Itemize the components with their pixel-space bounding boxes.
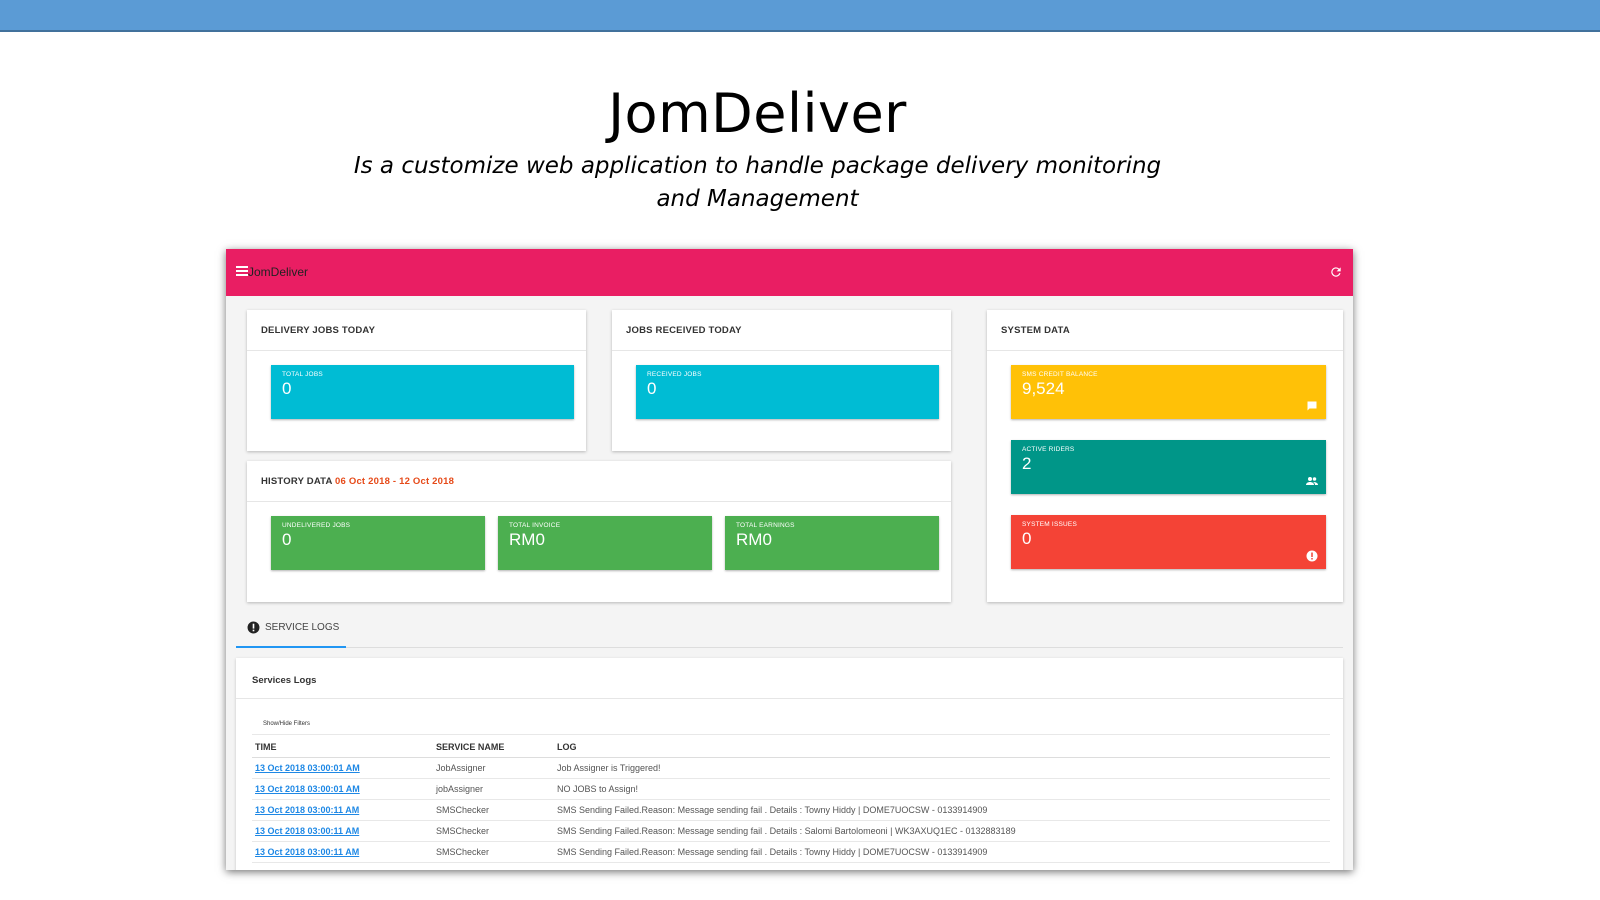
- undelivered-jobs-tile[interactable]: UNDELIVERED JOBS 0: [271, 516, 485, 570]
- sms-credit-balance-tile[interactable]: SMS CREDIT BALANCE 9,524: [1011, 365, 1326, 419]
- table-row: 13 Oct 2018 03:00:11 AM SMSChecker SMS S…: [252, 799, 1330, 821]
- log-message: SMS Sending Failed.Reason: Message sendi…: [554, 820, 1330, 842]
- table-row: 13 Oct 2018 03:00:01 AM JobAssigner Job …: [252, 757, 1330, 779]
- table-row: 13 Oct 2018 03:00:01 AM jobAssigner NO J…: [252, 778, 1330, 800]
- hamburger-menu-icon[interactable]: [236, 266, 248, 276]
- total-jobs-tile[interactable]: TOTAL JOBS 0: [271, 365, 574, 419]
- slide-top-bar: [0, 0, 1600, 32]
- alert-circle-icon: [247, 621, 260, 634]
- slide-subtitle: Is a customize web application to handle…: [353, 153, 1162, 212]
- jobs-received-heading: JOBS RECEIVED TODAY: [612, 310, 951, 351]
- tile-label: ACTIVE RIDERS: [1022, 446, 1075, 453]
- alert-icon: [1306, 550, 1318, 562]
- chat-icon: [1307, 401, 1317, 411]
- tab-active-indicator: [236, 646, 346, 648]
- log-time-link[interactable]: 13 Oct 2018 03:00:01 AM: [252, 757, 433, 779]
- tile-label: TOTAL EARNINGS: [736, 522, 795, 529]
- history-heading-text: HISTORY DATA: [261, 476, 333, 487]
- table-header-row: TIME SERVICE NAME LOG: [252, 738, 1330, 758]
- people-icon: [1306, 477, 1318, 485]
- tab-label: SERVICE LOGS: [265, 622, 340, 633]
- tab-divider: [236, 647, 1343, 648]
- system-data-card: SYSTEM DATA SMS CREDIT BALANCE 9,524 ACT…: [987, 310, 1343, 602]
- column-header-log[interactable]: LOG: [554, 738, 1330, 758]
- active-riders-tile[interactable]: ACTIVE RIDERS 2: [1011, 440, 1326, 494]
- delivery-jobs-card: DELIVERY JOBS TODAY TOTAL JOBS 0: [247, 310, 586, 451]
- slide-title: JomDeliver: [608, 82, 907, 145]
- services-logs-table: TIME SERVICE NAME LOG 13 Oct 2018 03:00:…: [252, 738, 1330, 863]
- tile-label: SYSTEM ISSUES: [1022, 521, 1077, 528]
- log-message: NO JOBS to Assign!: [554, 778, 1330, 800]
- total-invoice-tile[interactable]: TOTAL INVOICE RM0: [498, 516, 712, 570]
- log-service-name: SMSChecker: [433, 841, 554, 863]
- log-service-name: jobAssigner: [433, 778, 554, 800]
- tile-value: 0: [647, 379, 657, 398]
- filters-divider: [252, 734, 1330, 735]
- tile-value: 9,524: [1022, 379, 1065, 398]
- tile-value: RM0: [509, 530, 545, 549]
- received-jobs-tile[interactable]: RECEIVED JOBS 0: [636, 365, 939, 419]
- tile-label: RECEIVED JOBS: [647, 371, 702, 378]
- app-screenshot: JomDeliver DELIVERY JOBS TODAY TOTAL JOB…: [226, 249, 1353, 870]
- log-message: SMS Sending Failed.Reason: Message sendi…: [554, 799, 1330, 821]
- log-service-name: SMSChecker: [433, 799, 554, 821]
- system-issues-tile[interactable]: SYSTEM ISSUES 0: [1011, 515, 1326, 569]
- column-header-service-name[interactable]: SERVICE NAME: [433, 738, 554, 758]
- tile-label: TOTAL JOBS: [282, 371, 323, 378]
- show-hide-filters-link[interactable]: Show/Hide Filters: [263, 721, 310, 727]
- tile-value: RM0: [736, 530, 772, 549]
- log-time-link[interactable]: 13 Oct 2018 03:00:11 AM: [252, 820, 433, 842]
- log-time-link[interactable]: 13 Oct 2018 03:00:01 AM: [252, 778, 433, 800]
- tab-service-logs[interactable]: SERVICE LOGS: [236, 619, 346, 637]
- log-service-name: JobAssigner: [433, 757, 554, 779]
- tile-value: 0: [282, 379, 292, 398]
- history-date-range: 06 Oct 2018 - 12 Oct 2018: [335, 476, 455, 487]
- services-logs-heading: Services Logs: [236, 658, 1343, 699]
- table-row: 13 Oct 2018 03:00:11 AM SMSChecker SMS S…: [252, 841, 1330, 863]
- log-time-link[interactable]: 13 Oct 2018 03:00:11 AM: [252, 841, 433, 863]
- history-data-card: HISTORY DATA 06 Oct 2018 - 12 Oct 2018 U…: [247, 461, 951, 602]
- jobs-received-card: JOBS RECEIVED TODAY RECEIVED JOBS 0: [612, 310, 951, 451]
- app-name: JomDeliver: [248, 265, 309, 279]
- column-header-time[interactable]: TIME: [252, 738, 433, 758]
- log-message: Job Assigner is Triggered!: [554, 757, 1330, 779]
- tile-label: SMS CREDIT BALANCE: [1022, 371, 1098, 378]
- tile-value: 2: [1022, 454, 1032, 473]
- table-row: 13 Oct 2018 03:00:11 AM SMSChecker SMS S…: [252, 820, 1330, 842]
- delivery-jobs-heading: DELIVERY JOBS TODAY: [247, 310, 586, 351]
- services-logs-card: Services Logs Show/Hide Filters TIME SER…: [236, 658, 1343, 870]
- history-data-heading: HISTORY DATA 06 Oct 2018 - 12 Oct 2018: [247, 461, 951, 502]
- tile-value: 0: [282, 530, 292, 549]
- log-service-name: SMSChecker: [433, 820, 554, 842]
- log-message: SMS Sending Failed.Reason: Message sendi…: [554, 841, 1330, 863]
- app-bar: JomDeliver: [226, 249, 1353, 296]
- tile-label: UNDELIVERED JOBS: [282, 522, 351, 529]
- tile-value: 0: [1022, 529, 1032, 548]
- tile-label: TOTAL INVOICE: [509, 522, 561, 529]
- system-data-heading: SYSTEM DATA: [987, 310, 1343, 351]
- refresh-icon[interactable]: [1329, 265, 1343, 279]
- total-earnings-tile[interactable]: TOTAL EARNINGS RM0: [725, 516, 939, 570]
- log-time-link[interactable]: 13 Oct 2018 03:00:11 AM: [252, 799, 433, 821]
